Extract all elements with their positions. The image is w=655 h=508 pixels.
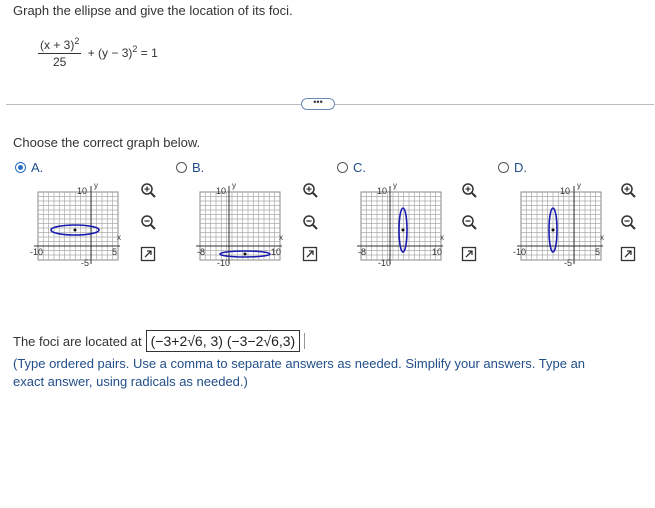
question-text: Graph the ellipse and give the location … (13, 3, 293, 18)
graph-a-xmax: 5 (112, 247, 117, 257)
graph-a-x-label: x (117, 233, 121, 242)
graph-d[interactable]: 10 -10 5 -5 x y (513, 182, 605, 270)
graph-a-tools (140, 182, 158, 278)
ellipse-equation: (x + 3)2 25 + (y − 3)2 = 1 (38, 33, 158, 70)
option-b-label: B. (192, 160, 205, 175)
graph-d-tools (620, 182, 638, 278)
more-button[interactable]: ••• (301, 98, 335, 110)
equation-numerator: (x + 3)2 (38, 33, 82, 54)
option-d-label: D. (514, 160, 527, 175)
graph-b[interactable]: 10 -8 10 -10 x y (192, 182, 284, 270)
graph-b-xmax: 10 (271, 247, 281, 257)
option-c[interactable]: C. (337, 160, 366, 175)
graph-d-ymin: -5 (564, 258, 572, 268)
graph-a-xmin: -10 (30, 247, 43, 257)
graph-a-ymin: -5 (81, 258, 89, 268)
option-c-radio[interactable] (337, 162, 348, 173)
zoom-out-icon[interactable] (140, 214, 156, 230)
graph-d-xmin: -10 (513, 247, 526, 257)
zoom-out-icon[interactable] (620, 214, 636, 230)
option-a-label: A. (31, 160, 44, 175)
graph-c[interactable]: 10 -8 10 -10 x y (353, 182, 445, 270)
graph-d-y-label: y (577, 182, 581, 190)
option-d[interactable]: D. (498, 160, 527, 175)
graph-c-y-label: y (393, 182, 397, 190)
option-a[interactable]: A. (15, 160, 43, 175)
graph-d-grid (520, 191, 602, 261)
equation-fraction: (x + 3)2 25 (38, 33, 82, 70)
graph-c-tools (461, 182, 479, 278)
graph-d-center (551, 228, 555, 232)
graph-d-ytick: 10 (560, 186, 570, 196)
foci-answer-input[interactable]: (−3+2√6, 3) (−3−2√6,3) (145, 330, 301, 352)
option-a-radio[interactable] (15, 162, 26, 173)
expand-icon[interactable] (620, 246, 636, 262)
zoom-in-icon[interactable] (620, 182, 636, 198)
zoom-in-icon[interactable] (461, 182, 477, 198)
graph-c-center (401, 228, 405, 232)
graph-a-ytick: 10 (77, 186, 87, 196)
graph-b-ymin: -10 (217, 258, 230, 268)
graph-b-x-label: x (279, 233, 283, 242)
zoom-out-icon[interactable] (302, 214, 318, 230)
expand-icon[interactable] (302, 246, 318, 262)
graph-a-grid (37, 191, 119, 261)
graph-b-y-label: y (232, 182, 236, 190)
option-b-radio[interactable] (176, 162, 187, 173)
graph-a[interactable]: 10 -10 5 -5 x y (30, 182, 122, 270)
graph-b-ytick: 10 (216, 186, 226, 196)
choose-prompt: Choose the correct graph below. (13, 135, 201, 150)
text-cursor (304, 333, 306, 349)
answer-hint: (Type ordered pairs. Use a comma to sepa… (13, 356, 586, 389)
zoom-in-icon[interactable] (302, 182, 318, 198)
option-b[interactable]: B. (176, 160, 204, 175)
graph-b-tools (302, 182, 320, 278)
graph-a-y-label: y (94, 182, 98, 190)
zoom-out-icon[interactable] (461, 214, 477, 230)
graph-d-xmax: 5 (595, 247, 600, 257)
graph-c-ymin: -10 (378, 258, 391, 268)
option-d-radio[interactable] (498, 162, 509, 173)
zoom-in-icon[interactable] (140, 182, 156, 198)
graph-c-xmin: -8 (358, 247, 366, 257)
graph-b-xmin: -8 (197, 247, 205, 257)
graph-a-center (73, 228, 77, 232)
graph-c-x-label: x (440, 233, 444, 242)
graph-c-xmax: 10 (432, 247, 442, 257)
equation-denominator: 25 (53, 55, 67, 69)
expand-icon[interactable] (140, 246, 156, 262)
graph-c-ytick: 10 (377, 186, 387, 196)
foci-prefix: The foci are located at (13, 333, 142, 349)
graph-b-center (243, 252, 247, 256)
equation-rest: + (y − 3)2 = 1 (87, 43, 158, 60)
expand-icon[interactable] (461, 246, 477, 262)
foci-answer-row: The foci are located at (−3+2√6, 3) (−3−… (13, 330, 306, 352)
option-c-label: C. (353, 160, 366, 175)
graph-b-grid (199, 191, 281, 261)
graph-d-x-label: x (600, 233, 604, 242)
